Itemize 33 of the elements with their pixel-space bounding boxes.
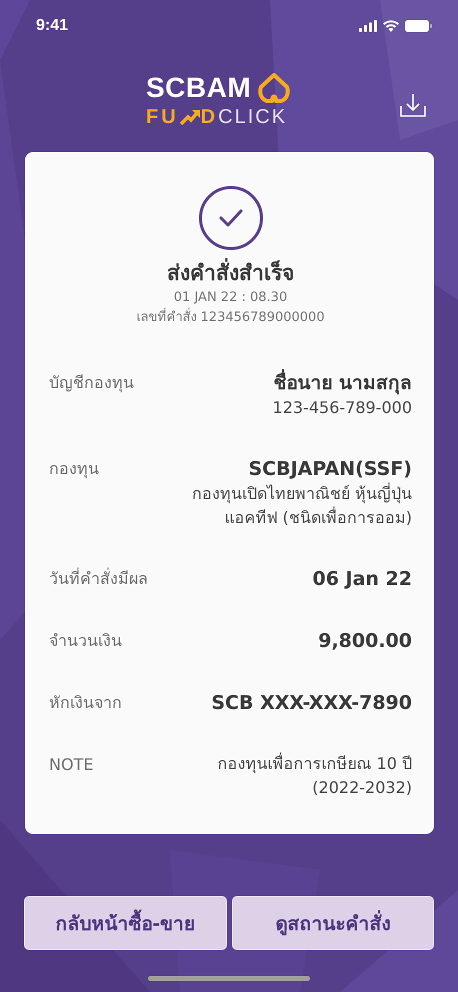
field-value: กองทุนเพื่อการเกษียณ 10 ปี [217,752,412,776]
success-check-icon [198,186,262,250]
signal-icon [359,20,377,32]
field-value: ชื่อนาย นามสกุล [273,370,412,396]
success-title: ส่งคำสั่งสำเร็จ [167,258,294,288]
field-value: SCB XXX-XXX-7890 [211,691,412,716]
battery-icon [405,20,432,32]
field-value: SCBJAPAN(SSF) [248,457,412,482]
field-label: NOTE [49,754,94,776]
field-value: 06 Jan 22 [312,567,412,592]
field-label: จำนวนเงิน [49,630,122,652]
logo-icon [257,73,292,103]
status-time: 9:41 [36,17,68,35]
field-value: กองทุนเปิดไทยพาณิชย์ หุ้นญี่ปุ่น [192,482,412,506]
field-value: (2022-2032) [312,777,412,799]
field-label: กองทุน [49,458,99,480]
order-status-button[interactable]: ดูสถานะคำสั่ง [232,896,434,950]
field-label: วันที่คำสั่งมีผล [49,566,148,590]
logo-text: SCBAM [146,72,252,104]
order-datetime: 01 JAN 22 : 08.30 [174,289,288,307]
field-value: 9,800.00 [318,629,412,654]
wifi-icon [383,20,399,32]
field-label: บัญชีกองทุน [49,372,134,394]
logo-text: FU [146,105,179,129]
back-to-trade-button[interactable]: กลับหน้าซื้อ-ขาย [24,896,226,950]
trend-arrow-icon [178,108,201,126]
field-value: แอคทีฟ (ชนิดเพื่อการออม) [224,506,412,529]
order-number: เลขที่คำสั่ง 123456789000000 [136,308,325,328]
field-label: หักเงินจาก [49,692,122,714]
download-icon[interactable] [400,92,426,118]
logo-text: CLICK [218,105,288,129]
logo-text: D [200,105,218,129]
field-value: 123-456-789-000 [272,397,412,419]
